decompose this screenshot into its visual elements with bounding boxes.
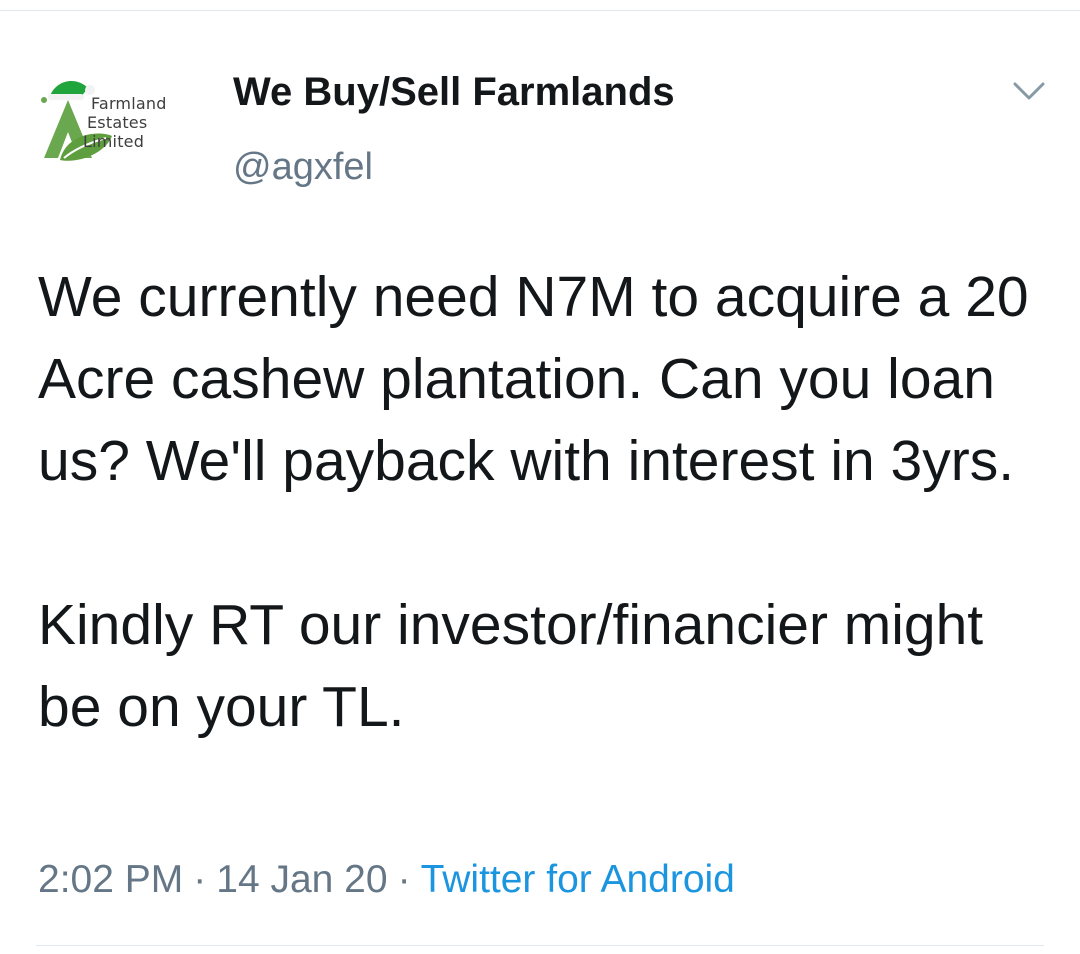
logo-wordmark: Farmland Estates Limited: [83, 94, 167, 151]
top-divider: [0, 10, 1080, 11]
logo-line-3: Limited: [83, 132, 145, 151]
bottom-divider: [36, 945, 1044, 946]
tweet-meta: 2:02 PM · 14 Jan 20 · Twitter for Android: [38, 858, 735, 902]
display-name[interactable]: We Buy/Sell Farmlands: [233, 70, 675, 115]
tweet-paragraph: Kindly RT our investor/financier might b…: [38, 593, 984, 739]
avatar[interactable]: Farmland Estates Limited: [36, 74, 196, 166]
tweet-time[interactable]: 2:02 PM: [38, 858, 183, 901]
tweet-menu-button[interactable]: [1012, 80, 1046, 102]
meta-separator: ·: [397, 858, 411, 901]
tweet-text: We currently need N7M to acquire a 20 Ac…: [38, 256, 1048, 748]
meta-separator: ·: [193, 858, 207, 901]
chevron-down-icon: [1013, 82, 1045, 100]
tweet-date[interactable]: 14 Jan 20: [216, 858, 387, 901]
logo-line-2: Estates: [87, 113, 148, 132]
logo-line-1: Farmland: [91, 94, 167, 113]
user-handle[interactable]: @agxfel: [233, 146, 373, 189]
tweet-source-link[interactable]: Twitter for Android: [421, 858, 735, 901]
tweet-paragraph: We currently need N7M to acquire a 20 Ac…: [38, 265, 1029, 493]
